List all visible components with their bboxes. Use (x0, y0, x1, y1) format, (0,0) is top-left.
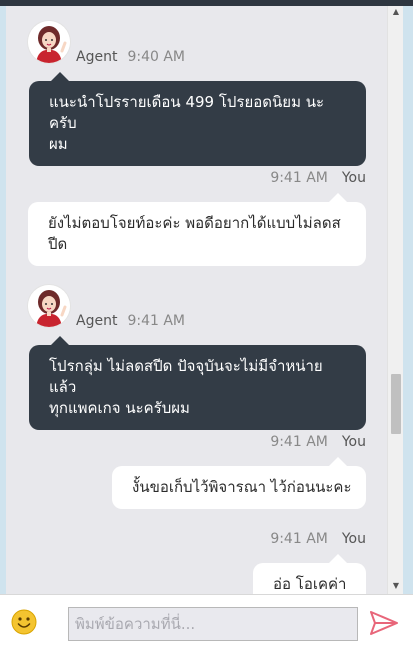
message-composer (0, 594, 413, 655)
agent-avatar (28, 285, 70, 327)
user-message-bubble: ยังไม่ตอบโจยท์อะค่ะ พอดีอยากได้แบบไม่ลดส… (28, 202, 366, 266)
message-time: 9:41 AM (127, 313, 185, 329)
user-message-bubble: อ่อ โอเคค่า (253, 563, 366, 594)
sender-name: You (341, 434, 366, 450)
chat-scrollbar[interactable]: ▲ ▼ (387, 6, 403, 594)
message-time: 9:41 AM (270, 170, 328, 186)
message-time: 9:40 AM (127, 49, 185, 65)
sender-name: Agent (76, 49, 118, 65)
sender-name: Agent (76, 313, 118, 329)
message-line: แนะนำโปรรายเดือน 499 โปรยอดนิยม นะครับ (49, 93, 325, 132)
bubble-tail (329, 554, 347, 563)
sender-name: You (341, 531, 366, 547)
message-meta: Agent 9:40 AM (76, 49, 185, 65)
bubble-tail (329, 193, 347, 202)
message-meta: Agent 9:41 AM (76, 313, 185, 329)
message-line: ทุกแพคเกจ นะครับผม (49, 399, 190, 417)
sender-name: You (341, 170, 366, 186)
smiley-face-icon (11, 609, 37, 635)
message-line: ผม (49, 135, 68, 153)
message-line: อ่อ โอเคค่า (273, 575, 347, 593)
message-line: โปรกลุ่ม ไม่ลดสปีด ปัจจุบันจะไม่มีจำหน่า… (49, 357, 323, 396)
message-line: ปีด (48, 235, 68, 253)
paper-plane-icon (370, 611, 398, 635)
bubble-tail (329, 457, 347, 466)
message-line: งั้นขอเก็บไว้พิจารณา ไว้ก่อนนะคะ (132, 478, 352, 496)
send-button[interactable] (369, 609, 399, 637)
scroll-thumb[interactable] (391, 374, 401, 434)
scroll-up-arrow-icon[interactable]: ▲ (391, 7, 401, 17)
agent-avatar (28, 21, 70, 63)
emoji-button[interactable] (11, 609, 37, 635)
agent-message-bubble: โปรกลุ่ม ไม่ลดสปีด ปัจจุบันจะไม่มีจำหน่า… (29, 345, 366, 430)
bubble-tail (51, 336, 69, 345)
agent-avatar-icon (28, 285, 70, 327)
message-input[interactable] (68, 607, 358, 641)
message-time: 9:41 AM (270, 434, 328, 450)
message-meta: 9:41 AM You (270, 531, 366, 547)
scroll-down-arrow-icon[interactable]: ▼ (391, 581, 401, 591)
user-message-bubble: งั้นขอเก็บไว้พิจารณา ไว้ก่อนนะคะ (112, 466, 366, 509)
message-time: 9:41 AM (270, 531, 328, 547)
agent-avatar-icon (28, 21, 70, 63)
agent-message-bubble: แนะนำโปรรายเดือน 499 โปรยอดนิยม นะครับ ผ… (29, 81, 366, 166)
bubble-tail (51, 72, 69, 81)
message-line: ยังไม่ตอบโจยท์อะค่ะ พอดีอยากได้แบบไม่ลดส (48, 214, 341, 232)
message-meta: 9:41 AM You (270, 434, 366, 450)
message-meta: 9:41 AM You (270, 170, 366, 186)
window-frame (403, 6, 413, 655)
chat-transcript: Agent 9:40 AM แนะนำโปรรายเดือน 499 โปรยอด… (6, 6, 403, 594)
